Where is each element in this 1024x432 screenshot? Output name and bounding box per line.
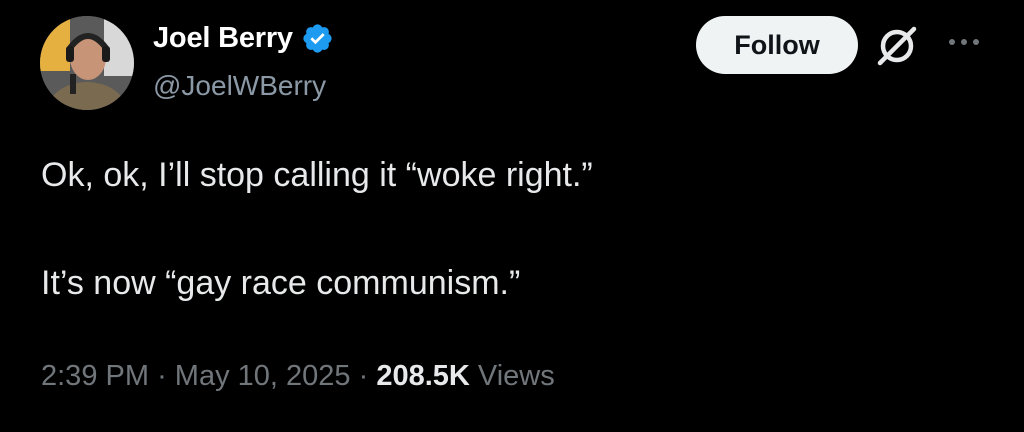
views-label: Views [477,360,555,392]
display-name[interactable]: Joel Berry [153,22,293,55]
meta-separator: · [157,360,167,392]
views-count[interactable]: 208.5K [376,360,470,392]
meta-separator: · [358,360,369,392]
more-options-icon[interactable] [944,32,984,52]
follow-button[interactable]: Follow [696,16,858,74]
tweet-card: Joel Berry @JoelWBerry Follow Ok, ok, I’… [0,0,1024,432]
tweet-text: Ok, ok, I’ll stop calling it “woke right… [41,148,981,310]
avatar[interactable] [40,16,134,110]
tweet-line: It’s now “gay race communism.” [41,264,521,302]
tweet-date[interactable]: May 10, 2025 [175,360,351,392]
verified-badge-icon [301,22,334,55]
tweet-time[interactable]: 2:39 PM [41,360,149,392]
tweet-line: Ok, ok, I’ll stop calling it “woke right… [41,156,593,194]
tweet-meta: 2:39 PM · May 10, 2025 · 208.5K Views [41,360,555,393]
author-name-row: Joel Berry [153,22,334,55]
grok-icon[interactable] [874,23,920,69]
handle[interactable]: @JoelWBerry [153,70,326,102]
user-avatar-icon [40,16,134,110]
